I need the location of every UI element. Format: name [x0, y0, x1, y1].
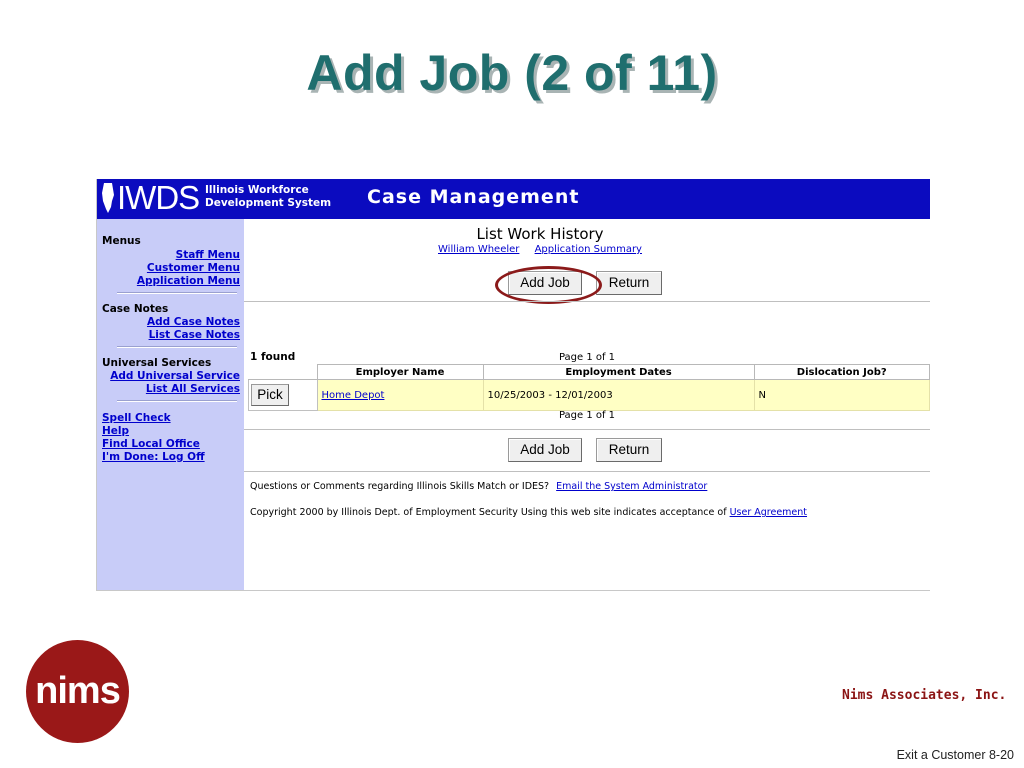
employer-cell: Home Depot [316, 379, 484, 411]
sidebar-divider [117, 346, 237, 348]
employer-link[interactable]: Home Depot [322, 390, 385, 401]
add-job-button-bottom[interactable]: Add Job [508, 438, 582, 462]
header-title: Case Management [367, 186, 580, 208]
sidebar-divider [117, 292, 237, 294]
header-bar: IWDS Illinois Workforce Development Syst… [97, 179, 930, 219]
questions-text: Questions or Comments regarding Illinois… [250, 481, 707, 492]
list-case-notes-link[interactable]: List Case Notes [149, 329, 240, 342]
table-row: Pick Home Depot 10/25/2003 - 12/01/2003 … [248, 379, 930, 411]
pick-button[interactable]: Pick [251, 384, 289, 406]
iwds-logo: IWDS [117, 179, 200, 216]
page-title: List Work History [476, 225, 604, 243]
divider [244, 429, 930, 430]
application-menu-link[interactable]: Application Menu [137, 275, 240, 288]
dislocation-cell: N [753, 379, 930, 411]
copyright-text: Copyright 2000 by Illinois Dept. of Empl… [250, 507, 807, 518]
add-case-notes-link[interactable]: Add Case Notes [147, 316, 240, 329]
slide-title: Add Job (2 of 11) [306, 45, 718, 101]
breadcrumb-links: William Wheeler Application Summary [244, 244, 836, 255]
menus-heading: Menus [102, 235, 141, 247]
column-header: Dislocation Job? [753, 364, 930, 380]
slide-page-label: Exit a Customer 8-20 [896, 748, 1014, 762]
universal-services-heading: Universal Services [102, 357, 212, 369]
page-indicator-top: Page 1 of 1 [558, 352, 616, 363]
application-summary-link[interactable]: Application Summary [535, 244, 642, 255]
return-button-bottom[interactable]: Return [596, 438, 662, 462]
list-all-services-link[interactable]: List All Services [146, 383, 240, 396]
staff-menu-link[interactable]: Staff Menu [176, 249, 240, 262]
pick-cell: Pick [248, 379, 318, 411]
column-header: Employment Dates [482, 364, 755, 380]
company-name: Nims Associates, Inc. [842, 688, 1007, 703]
help-link[interactable]: Help [102, 425, 129, 438]
divider [244, 301, 930, 302]
log-off-link[interactable]: I'm Done: Log Off [102, 451, 205, 464]
column-header: Employer Name [316, 364, 484, 380]
nims-logo: nims [26, 640, 129, 743]
logo-subtitle: Illinois Workforce Development System [205, 184, 331, 210]
questions-label: Questions or Comments regarding Illinois… [250, 481, 550, 492]
dates-cell: 10/25/2003 - 12/01/2003 [482, 379, 755, 411]
case-notes-heading: Case Notes [102, 303, 169, 315]
divider [244, 471, 930, 472]
find-local-office-link[interactable]: Find Local Office [102, 438, 200, 451]
iwds-screenshot: IWDS Illinois Workforce Development Syst… [96, 179, 930, 591]
main-content: List Work History William Wheeler Applic… [244, 219, 930, 590]
copyright-label: Copyright 2000 by Illinois Dept. of Empl… [250, 507, 727, 518]
customer-name-link[interactable]: William Wheeler [438, 244, 519, 255]
user-agreement-link[interactable]: User Agreement [730, 507, 807, 518]
pick-column-header [248, 364, 318, 380]
table-header-row: Employer Name Employment Dates Dislocati… [248, 364, 930, 380]
sidebar-divider [117, 400, 237, 402]
highlight-circle [495, 266, 602, 304]
add-universal-service-link[interactable]: Add Universal Service [110, 370, 240, 383]
customer-menu-link[interactable]: Customer Menu [147, 262, 240, 275]
return-button[interactable]: Return [596, 271, 662, 295]
email-admin-link[interactable]: Email the System Administrator [556, 481, 707, 492]
spell-check-link[interactable]: Spell Check [102, 412, 171, 425]
logo-line-1: Illinois Workforce [205, 184, 309, 196]
illinois-state-icon [101, 181, 115, 215]
page-indicator-bottom: Page 1 of 1 [558, 410, 616, 421]
logo-line-2: Development System [205, 197, 332, 209]
sidebar: Menus Staff Menu Customer Menu Applicati… [97, 219, 244, 590]
work-history-table: Employer Name Employment Dates Dislocati… [248, 364, 930, 411]
